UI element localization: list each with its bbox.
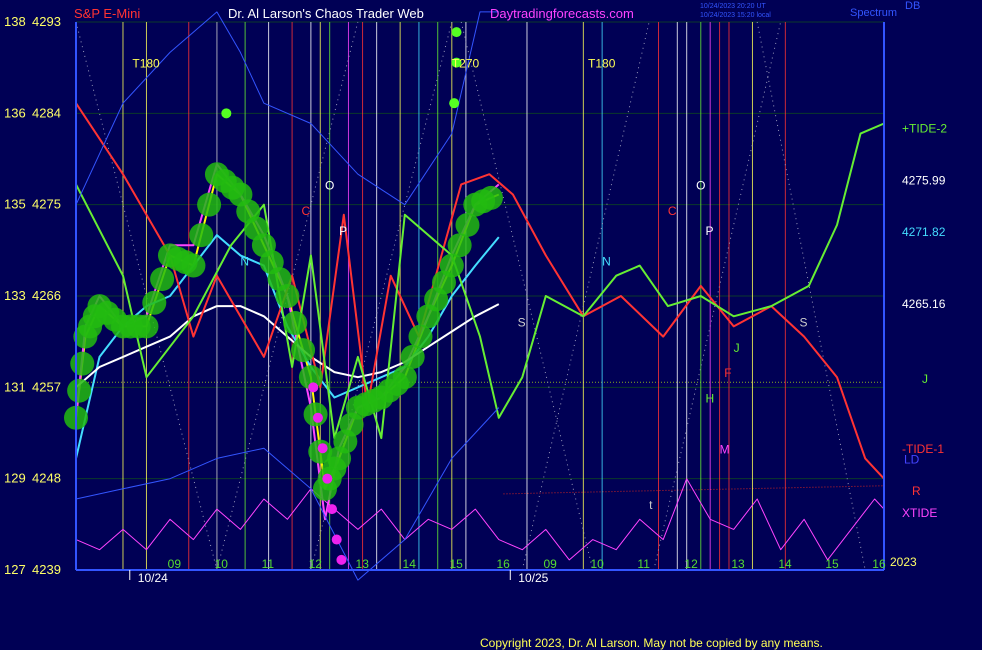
x-tick-label: 10	[215, 557, 229, 571]
y-tick-label-right: 4275	[32, 197, 61, 212]
price-bubble	[275, 284, 300, 308]
x-tick-label: 11	[637, 557, 650, 571]
x-tick-label: 15	[825, 557, 839, 571]
price-bubble	[291, 338, 316, 363]
series-line-7	[75, 11, 499, 206]
corner-label-spectrum: Spectrum	[850, 7, 897, 19]
low-marker	[322, 473, 333, 484]
price-bubble	[197, 192, 222, 217]
annotation-label: N	[240, 255, 249, 269]
y-tick-label-left: 127	[4, 562, 26, 577]
y-tick-label-right: 4257	[32, 379, 61, 394]
right-label: LD	[904, 452, 920, 466]
x-tick-label: 15	[450, 557, 464, 571]
low-marker	[336, 554, 347, 565]
annotation-label: M	[720, 442, 730, 456]
x-tick-label: 09	[543, 557, 557, 571]
right-label: +TIDE-2	[902, 122, 947, 136]
series-line-8	[75, 407, 500, 581]
annotation-label: P	[339, 224, 347, 238]
corner-label-db: DB	[905, 0, 920, 12]
series-line-4	[75, 102, 885, 480]
y-tick-label-left: 138	[4, 14, 26, 29]
dotted-r-line	[503, 485, 885, 495]
high-marker	[451, 27, 462, 38]
y-tick-label-left: 133	[4, 288, 26, 303]
site-title: Dr. Al Larson's Chaos Trader Web	[228, 6, 424, 21]
low-marker	[312, 412, 323, 423]
copyright-text: Copyright 2023, Dr. Al Larson. May not b…	[480, 636, 823, 650]
annotation-label: F	[724, 366, 731, 380]
y-tick-label-right: 4266	[32, 288, 61, 303]
x-tick-label: 12	[309, 557, 323, 571]
year-label: 2023	[890, 555, 917, 569]
right-label: XTIDE	[902, 506, 937, 520]
low-marker	[317, 443, 328, 454]
x-tick-label: 13	[356, 557, 370, 571]
annotation-label: P	[705, 224, 713, 238]
annotation-label: H	[705, 392, 714, 406]
timestamp-local: 10/24/2023 15:20 local	[700, 12, 771, 19]
x-tick-label: 16	[872, 557, 886, 571]
right-label: 4265.16	[902, 297, 946, 311]
timestamp-ut: 10/24/2023 20:20 UT	[700, 3, 766, 10]
x-tick-label: 12	[684, 557, 698, 571]
x-tick-label: 13	[731, 557, 745, 571]
y-tick-label-right: 4248	[32, 471, 61, 486]
annotation-label: O	[696, 178, 705, 192]
y-tick-label-left: 131	[4, 379, 26, 394]
y-tick-label-left: 135	[4, 197, 26, 212]
right-label: 4271.82	[902, 225, 946, 239]
annotation-label: C	[668, 204, 677, 218]
low-marker	[331, 534, 342, 545]
y-tick-label-left: 136	[4, 105, 26, 120]
annotation-label: J	[734, 341, 740, 355]
annotation-label: S	[799, 315, 807, 329]
y-tick-label-left: 129	[4, 471, 26, 486]
price-bubble	[150, 267, 175, 292]
x-tick-label: 10	[590, 557, 604, 571]
site-url[interactable]: Daytradingforecasts.com	[490, 6, 634, 21]
price-bubble	[70, 351, 95, 376]
x-tick-label: 14	[778, 557, 792, 571]
instrument-title: S&P E-Mini	[74, 6, 140, 21]
annotation-label: T270	[452, 57, 480, 71]
price-bubble	[181, 253, 206, 278]
annotation-label: S	[518, 315, 526, 329]
annotation-label: T180	[132, 57, 160, 71]
right-label: J	[922, 372, 928, 386]
series-line-6	[75, 478, 885, 561]
y-tick-label-right: 4284	[32, 105, 61, 120]
right-label: 4275.99	[902, 173, 946, 187]
chart-canvas: 138 4293 136 4284 135 4275 133 4266 131 4257 129 42…	[4, 0, 947, 650]
grid-layer	[76, 21, 885, 571]
x-tick-label: 09	[168, 557, 182, 571]
x-tick-label: 16	[496, 557, 510, 571]
y-tick-label-right: 4239	[32, 562, 61, 577]
annotation-label: T180	[588, 57, 616, 71]
date-label: 10/24	[138, 571, 168, 585]
annotation-label: t	[649, 498, 653, 512]
price-bubble	[67, 378, 92, 403]
price-bubble	[142, 290, 167, 315]
price-bubble	[134, 314, 159, 339]
series-line-5	[75, 122, 885, 440]
annotation-label: O	[325, 178, 334, 192]
low-marker	[327, 504, 338, 515]
price-bubble	[189, 223, 214, 248]
low-marker	[308, 382, 319, 393]
price-bubble	[283, 311, 308, 336]
high-marker	[449, 98, 460, 109]
high-marker	[221, 108, 232, 119]
annotation-label: N	[602, 255, 611, 269]
price-bubble	[478, 185, 503, 210]
x-tick-label: 11	[262, 557, 275, 571]
x-tick-label: 14	[403, 557, 417, 571]
axes-layer: 138 4293 136 4284 135 4275 133 4266 131 4257 129 42…	[4, 14, 917, 585]
annotation-label: C	[301, 204, 310, 218]
y-tick-label-right: 4293	[32, 14, 61, 29]
right-label: R	[912, 484, 921, 498]
date-label: 10/25	[518, 571, 548, 585]
